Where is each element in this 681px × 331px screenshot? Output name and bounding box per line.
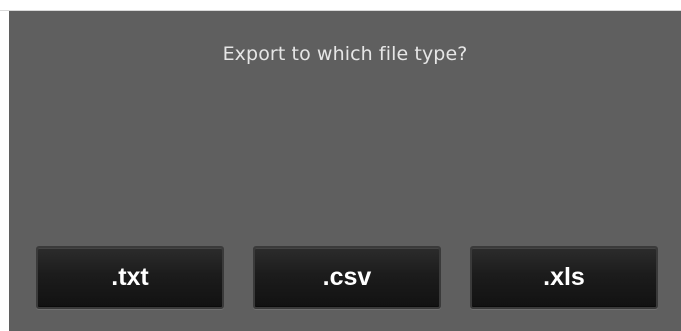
export-csv-button[interactable]: .csv	[253, 246, 441, 309]
top-strip	[0, 0, 681, 11]
export-csv-label: .csv	[322, 263, 372, 291]
export-xls-label: .xls	[543, 263, 585, 291]
export-dialog: Export to which file type? .txt .csv .xl…	[9, 11, 681, 331]
export-prompt: Export to which file type?	[222, 43, 468, 65]
export-txt-label: .txt	[111, 263, 149, 291]
export-txt-button[interactable]: .txt	[36, 246, 224, 309]
export-xls-button[interactable]: .xls	[470, 246, 658, 309]
